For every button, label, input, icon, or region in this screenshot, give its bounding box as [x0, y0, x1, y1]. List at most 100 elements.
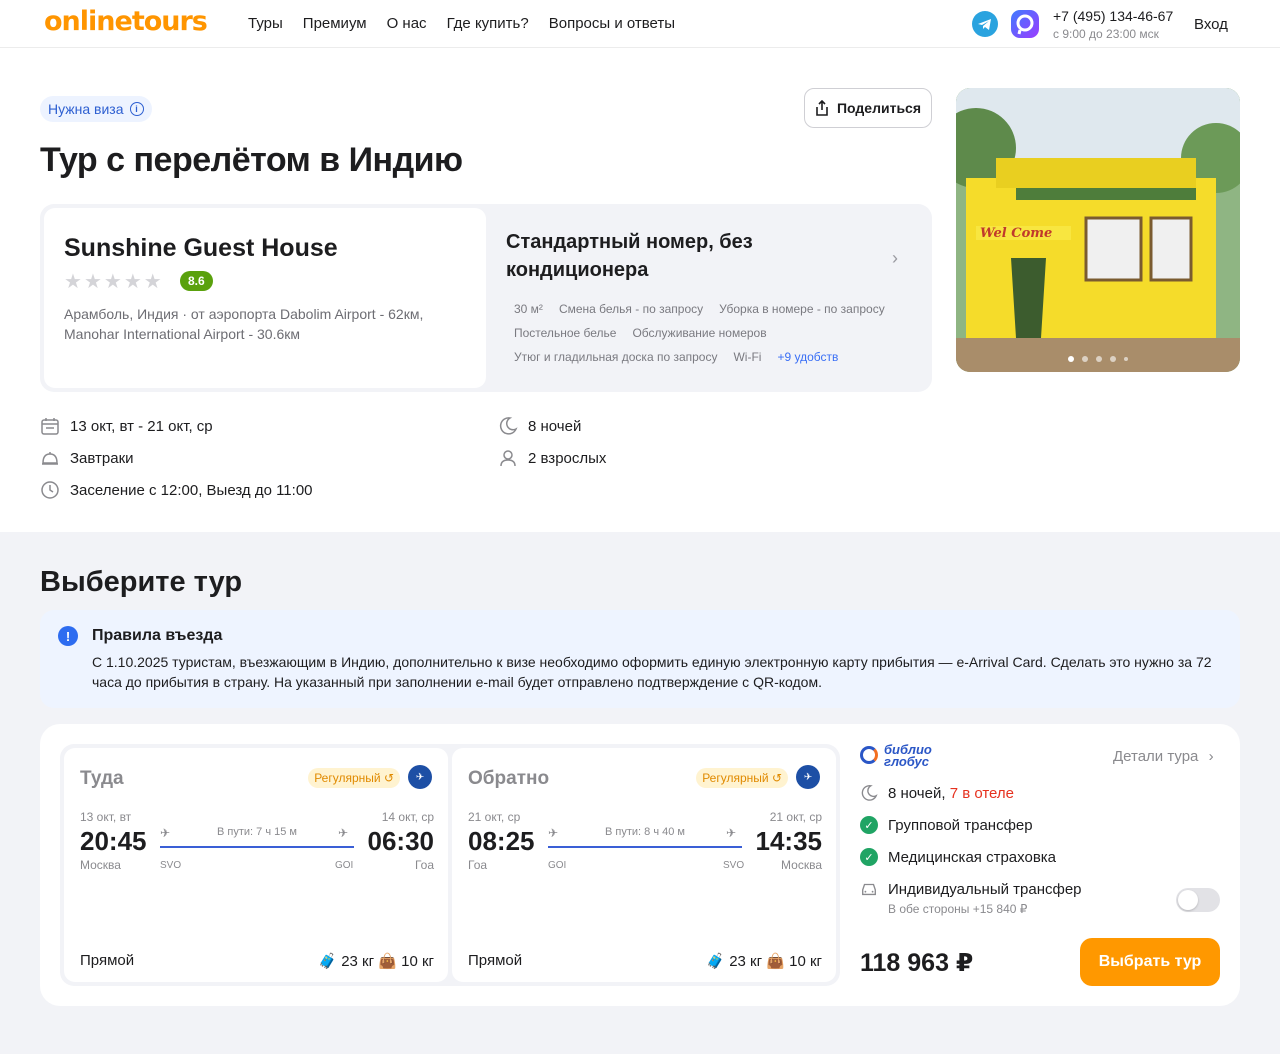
departure-city: Москва: [80, 858, 121, 872]
user-icon: [500, 450, 516, 467]
max-messenger-icon[interactable]: [1011, 10, 1039, 38]
offer-nights-text: 8 ночей,: [888, 784, 946, 802]
regular-badge: Регулярный ↺: [308, 768, 400, 788]
header: onlinetours Туры Премиум О нас Где купит…: [0, 0, 1280, 48]
individual-transfer-toggle[interactable]: [1176, 888, 1220, 912]
departure-airport-code: SVO: [160, 860, 182, 871]
visa-badge-label: Нужна виза: [48, 101, 124, 117]
entry-rules-title: Правила въезда: [92, 627, 223, 644]
departure-date: 21 окт, ср: [468, 810, 521, 824]
slide-dot[interactable]: [1068, 356, 1074, 362]
rating-badge: 8.6: [180, 271, 213, 291]
flight-duration: В пути: 8 ч 40 м: [605, 826, 685, 838]
trip-dates: 13 окт, вт - 21 окт, ср: [40, 416, 213, 436]
login-link[interactable]: Вход: [1194, 16, 1228, 33]
photo-sign-text: Wel Come: [980, 226, 1052, 241]
group-transfer-text: Групповой трансфер: [888, 816, 1033, 834]
tour-price: 118 963 ₽: [860, 949, 974, 977]
chevron-right-icon[interactable]: ›: [892, 248, 898, 269]
trip-nights-text: 8 ночей: [528, 417, 582, 435]
landing-icon: ✈: [726, 826, 737, 840]
arrival-city: Гоа: [414, 858, 434, 872]
amenity: Постельное белье: [514, 326, 617, 340]
choose-tour-button[interactable]: Выбрать тур: [1080, 938, 1220, 986]
aeroflot-logo-icon: ✈: [796, 765, 820, 789]
slide-dot[interactable]: [1124, 357, 1128, 361]
telegram-icon[interactable]: [972, 11, 998, 37]
flight-type: Прямой: [468, 952, 523, 969]
tour-offer-card: Туда Регулярный ↺ ✈ 13 окт, вт 14 окт, с…: [40, 724, 1240, 1006]
calendar-icon: [41, 418, 59, 435]
flight-route-line: [548, 846, 742, 848]
moon-icon: [499, 417, 518, 435]
share-icon: [816, 100, 828, 116]
phone-number[interactable]: +7 (495) 134-46-67: [1053, 8, 1173, 24]
offer-insurance: ✓ Медицинская страховка: [860, 848, 1056, 866]
slide-dot[interactable]: [1096, 356, 1102, 362]
landing-icon: ✈: [338, 826, 349, 840]
offer-group-transfer: ✓ Групповой трансфер: [860, 816, 1033, 834]
amenity: Обслуживание номеров: [632, 326, 767, 340]
trip-meals-text: Завтраки: [70, 449, 134, 467]
car-icon: [862, 883, 876, 896]
star-icon: ★: [123, 271, 142, 293]
nav-about[interactable]: О нас: [387, 15, 427, 32]
departure-time: 20:45: [80, 826, 147, 856]
arrival-city: Москва: [781, 858, 822, 872]
individual-transfer-text: Индивидуальный трансфер: [888, 880, 1082, 898]
check-icon: ✓: [860, 848, 878, 866]
main-nav: Туры Премиум О нас Где купить? Вопросы и…: [248, 15, 675, 32]
flight-direction: Туда: [80, 768, 124, 789]
baggage-info: 🧳 23 кг 👜 10 кг: [706, 952, 822, 970]
trip-checkin: Заселение с 12:00, Выезд до 11:00: [40, 480, 313, 500]
hotel-photo[interactable]: Wel Come: [956, 88, 1240, 372]
arrival-time: 06:30: [367, 826, 435, 856]
hotel-stars: ★ ★ ★ ★ ★: [64, 269, 162, 294]
nav-faq[interactable]: Вопросы и ответы: [549, 15, 675, 32]
flight-outbound[interactable]: Туда Регулярный ↺ ✈ 13 окт, вт 14 окт, с…: [64, 748, 448, 982]
amenity: 30 м²: [514, 302, 543, 316]
flight-type: Прямой: [80, 952, 135, 969]
hand-luggage-icon: 👜: [378, 953, 397, 970]
nav-tours[interactable]: Туры: [248, 15, 283, 32]
offer-hotel-nights: 7 в отеле: [949, 784, 1014, 802]
arrival-date: 21 окт, ср: [769, 810, 822, 824]
suitcase-icon: 🧳: [318, 953, 338, 970]
logo[interactable]: onlinetours: [44, 6, 208, 37]
amenity: Смена белья - по запросу: [558, 302, 704, 316]
amenity: Утюг и гладильная доска по запросу: [514, 350, 718, 364]
flight-return[interactable]: Обратно Регулярный ↺ ✈ 21 окт, ср 21 окт…: [452, 748, 836, 982]
moon-icon: [861, 785, 878, 801]
room-title[interactable]: Стандартный номер, без кондиционера: [506, 228, 836, 284]
departure-airport-code: GOI: [548, 860, 567, 871]
hotel-location: Арамболь, Индия · от аэропорта Dabolim A…: [64, 306, 424, 342]
baggage-weight: 23 кг: [341, 953, 375, 970]
arrival-date: 14 окт, ср: [381, 810, 434, 824]
alert-icon: !: [58, 626, 78, 646]
entry-rules-notice: ! Правила въезда С 1.10.2025 туристам, в…: [40, 610, 1240, 708]
info-icon[interactable]: i: [129, 102, 144, 116]
trip-meals: Завтраки: [40, 448, 134, 468]
star-icon: ★: [103, 271, 122, 293]
offer-individual-transfer: Индивидуальный трансфер: [860, 880, 1082, 898]
working-hours: с 9:00 до 23:00 мск: [1053, 27, 1159, 41]
slide-dot[interactable]: [1082, 356, 1088, 362]
tour-details-link[interactable]: Детали тура ›: [1113, 748, 1214, 765]
room-amenities: 30 м² Смена белья - по запросу Уборка в …: [506, 300, 916, 366]
page-title: Тур с перелётом в Индию: [40, 141, 463, 179]
departure-time: 08:25: [468, 826, 535, 856]
nav-where-to-buy[interactable]: Где купить?: [447, 15, 529, 32]
hotel-card[interactable]: Sunshine Guest House ★ ★ ★ ★ ★ 8.6 Арамб…: [44, 208, 486, 388]
trip-guests-text: 2 взрослых: [528, 449, 607, 467]
departure-city: Гоа: [468, 858, 488, 872]
tour-operator-logo: библио глобус: [860, 743, 940, 770]
hand-luggage-weight: 10 кг: [401, 953, 434, 970]
suitcase-icon: 🧳: [706, 953, 726, 970]
hotel-name: Sunshine Guest House: [64, 234, 338, 262]
slide-dot[interactable]: [1110, 356, 1116, 362]
photo-pagination[interactable]: [1068, 356, 1128, 362]
share-button[interactable]: Поделиться: [804, 88, 932, 128]
visa-badge[interactable]: Нужна виза i: [40, 96, 152, 122]
more-amenities-link[interactable]: +9 удобств: [769, 348, 846, 366]
nav-premium[interactable]: Премиум: [303, 15, 367, 32]
